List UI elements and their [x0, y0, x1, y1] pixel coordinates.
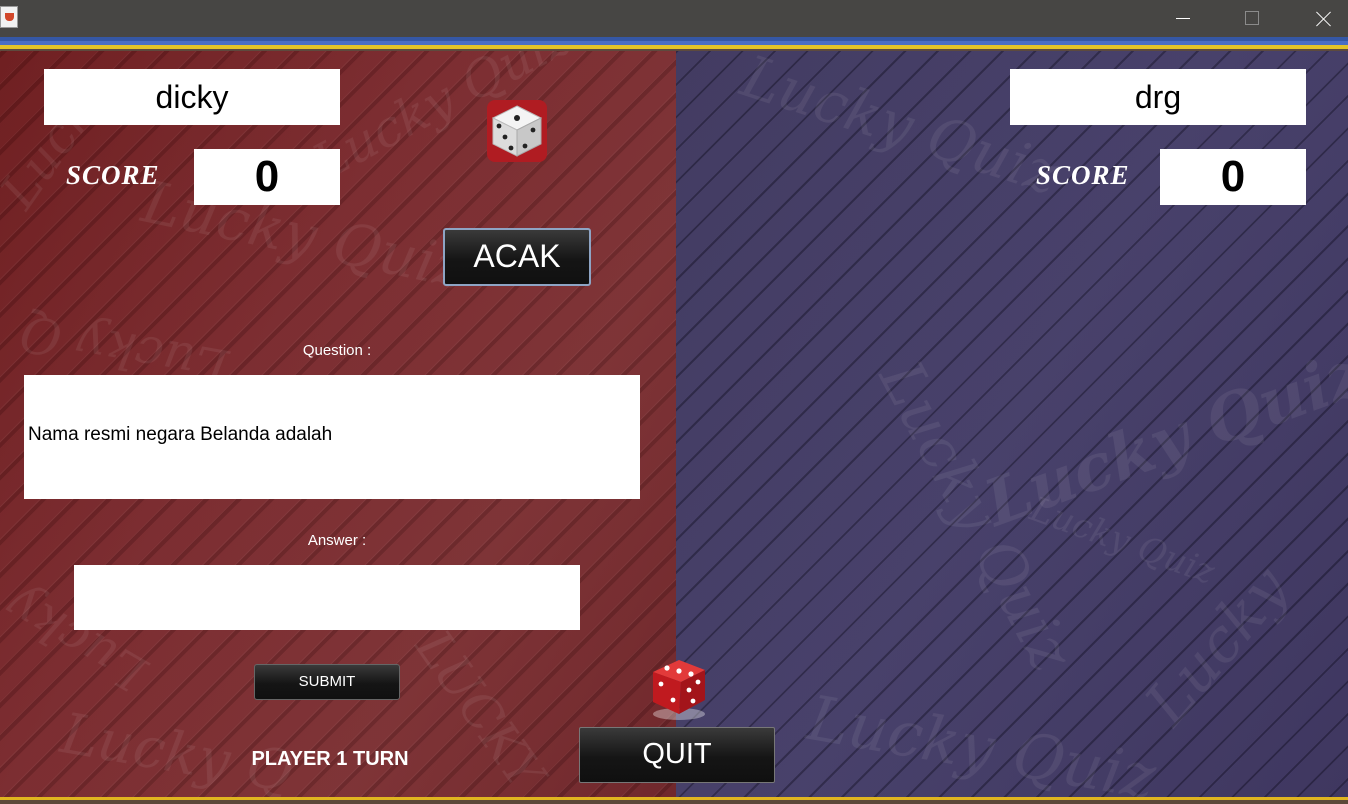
minimize-button[interactable] — [1148, 0, 1216, 37]
acak-button[interactable]: ACAK — [443, 228, 591, 286]
question-text: Nama resmi negara Belanda adalah — [24, 375, 640, 499]
title-bar — [0, 0, 1348, 37]
red-dice-icon — [643, 656, 713, 722]
watermark: Lucky Quiz — [1024, 489, 1220, 593]
player1-score: 0 — [194, 149, 340, 205]
java-cup-icon — [0, 6, 18, 28]
maximize-button[interactable] — [1218, 0, 1286, 37]
player2-score: 0 — [1160, 149, 1306, 205]
bottom-stripe — [0, 797, 1348, 804]
watermark: Lucky — [1131, 553, 1303, 739]
question-label: Question : — [302, 342, 372, 359]
top-stripe — [0, 37, 1348, 51]
close-button[interactable] — [1289, 0, 1348, 37]
submit-button[interactable]: SUBMIT — [254, 664, 400, 700]
player1-name: dicky — [44, 69, 340, 125]
turn-status: PLAYER 1 TURN — [251, 748, 409, 770]
player2-score-label: SCORE — [1036, 160, 1130, 190]
watermark: Lucky Quiz — [802, 681, 1162, 797]
player1-score-label: SCORE — [66, 160, 160, 190]
dice-icon — [487, 100, 547, 162]
player2-name: drg — [1010, 69, 1306, 125]
quit-button[interactable]: QUIT — [579, 727, 775, 783]
answer-label: Answer : — [307, 532, 367, 549]
answer-input[interactable] — [74, 565, 580, 630]
